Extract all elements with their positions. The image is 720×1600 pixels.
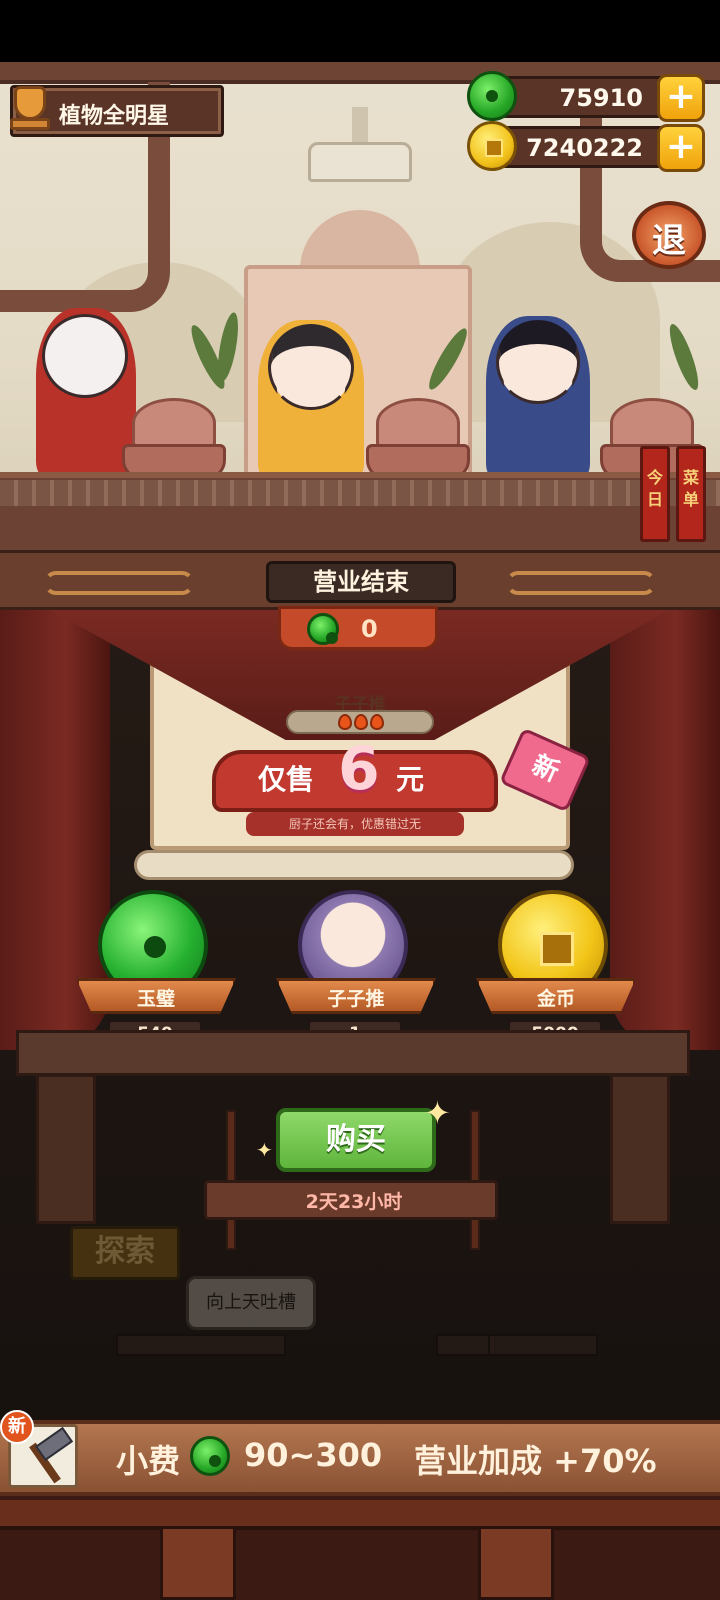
floor-rail — [0, 1500, 720, 1530]
reward-item-gold[interactable]: 金币 5000 — [476, 880, 636, 1050]
flame-icon — [338, 714, 352, 730]
restaurant-title: 植物全明星 — [59, 104, 170, 129]
flame-icon — [370, 714, 384, 730]
featured-chef-tag: 子子推 — [282, 690, 438, 734]
gold-coin-icon — [467, 121, 517, 171]
clay-pot — [366, 398, 470, 482]
gold-currency-bar: 7240222 + — [467, 121, 705, 172]
price-prefix: 仅售 — [258, 763, 315, 796]
add-gold-button[interactable]: + — [657, 124, 705, 172]
new-badge: 新 — [0, 1410, 34, 1444]
jade-currency-bar: 75910 + — [467, 71, 705, 122]
reward-name: 子子推 — [327, 988, 385, 1010]
business-bonus: 营业加成 +70% — [414, 1442, 657, 1480]
tip-counter-value: 0 — [361, 615, 378, 643]
pagoda-spire — [352, 107, 368, 147]
tip-counter-banner: 0 — [278, 606, 438, 650]
flame-icon — [354, 714, 368, 730]
chef-character-cat-ears[interactable] — [258, 320, 364, 480]
top-black-strip — [0, 0, 720, 62]
jade-coin-icon — [467, 71, 517, 121]
price-ribbon: 仅售 6 元 厨子还会有，优惠错过无 — [212, 734, 498, 836]
time-remaining: 2天23小时 — [305, 1191, 403, 1213]
menu-scroll-button[interactable]: 菜单 — [676, 446, 706, 542]
scroll-rod — [134, 850, 574, 880]
business-closed-label: 营业结束 — [266, 561, 456, 603]
jade-coin-icon — [307, 613, 339, 645]
pagoda-roof — [308, 142, 412, 182]
floor-post — [160, 1526, 236, 1600]
jade-coin-icon — [190, 1436, 230, 1476]
decorative-swirl-right — [506, 571, 656, 595]
offer-tagline: 厨子还会有，优惠错过无 — [246, 812, 464, 836]
exit-label: 退 — [652, 221, 686, 261]
price-suffix: 元 — [396, 763, 425, 796]
price-number: 6 — [338, 734, 380, 804]
countdown-stand: 2天23小时 — [204, 1180, 498, 1220]
reward-name: 金币 — [536, 988, 575, 1010]
tip-range: 90~300 — [244, 1436, 383, 1474]
today-scroll-button[interactable]: 今日 — [640, 446, 670, 542]
exit-button[interactable]: 退 — [632, 195, 706, 279]
chef-character-white-hair[interactable] — [36, 308, 136, 478]
decorative-swirl-left — [44, 571, 194, 595]
tip-label: 小费 — [116, 1442, 181, 1480]
table-leg — [36, 1074, 96, 1224]
reward-item-chef[interactable]: 子子推 1 — [276, 880, 436, 1050]
counter-pattern — [0, 480, 720, 506]
floor-post — [478, 1526, 554, 1600]
business-status-bar: 营业结束 — [0, 550, 720, 610]
sparkle-icon: ✦ — [424, 1094, 451, 1132]
business-info-bar: 小费 90~300 营业加成 +70% — [0, 1420, 720, 1496]
display-table — [16, 1030, 690, 1076]
clay-pot — [122, 398, 226, 482]
jade-amount: 75910 — [559, 84, 644, 112]
sparkle-icon: ✦ — [256, 1138, 273, 1162]
buy-button[interactable]: 购买 — [276, 1108, 436, 1172]
plant-leaf — [664, 321, 704, 393]
add-jade-button[interactable]: + — [657, 74, 705, 122]
table-leg — [610, 1074, 670, 1224]
trophy-icon[interactable] — [4, 78, 56, 136]
gold-amount: 7240222 — [526, 134, 643, 162]
reward-item-jade[interactable]: 玉璧 540 — [76, 880, 236, 1050]
chef-character-dark-hair[interactable] — [486, 316, 590, 480]
reward-name: 玉璧 — [136, 988, 175, 1010]
